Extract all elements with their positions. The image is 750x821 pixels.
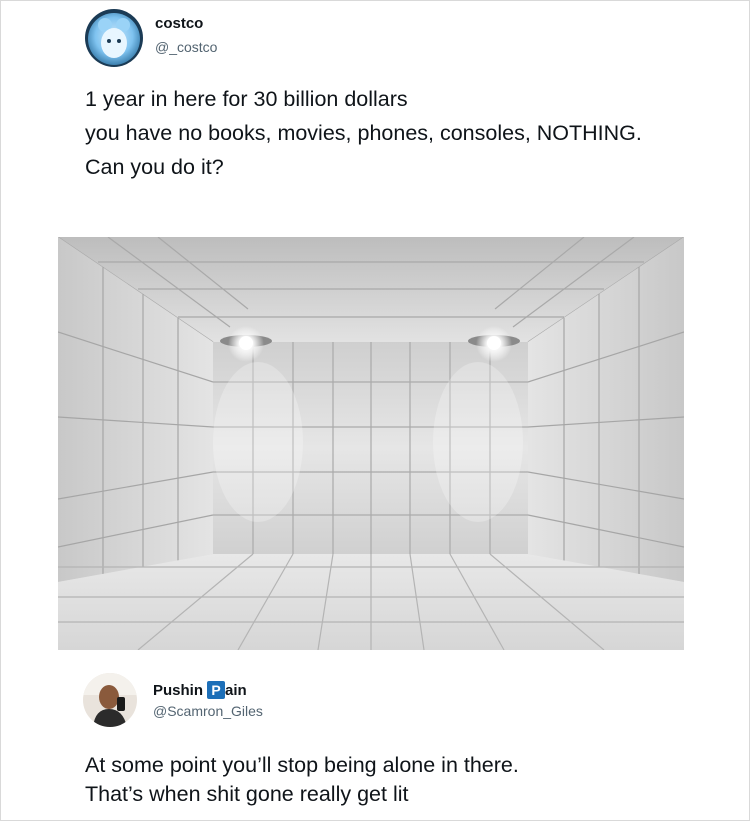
avatar[interactable] (85, 9, 143, 67)
reply-name-suffix: ain (225, 681, 247, 699)
tweet-line-2: you have no books, movies, phones, conso… (85, 121, 642, 145)
reply-line-2: That’s when shit gone really get lit (85, 782, 409, 806)
reply-text: At some point you’ll stop being alone in… (85, 751, 705, 809)
tweet-text: 1 year in here for 30 billion dollars yo… (85, 85, 705, 187)
reply-handle[interactable]: @Scamron_Giles (153, 703, 263, 719)
screenshot-frame: costco @_costco 1 year in here for 30 bi… (0, 0, 750, 821)
tweet-line-1: 1 year in here for 30 billion dollars (85, 87, 408, 111)
tweet-header: costco @_costco (85, 9, 385, 69)
reply-display-name[interactable]: Pushin P ain (153, 681, 247, 699)
reply-avatar[interactable] (83, 673, 137, 727)
tweet-media-image[interactable] (58, 237, 684, 650)
p-badge-icon: P (207, 681, 226, 699)
user-handle[interactable]: @_costco (155, 39, 217, 55)
reply-name-prefix: Pushin (153, 681, 204, 699)
tweet-line-3: Can you do it? (85, 155, 224, 179)
reply-line-1: At some point you’ll stop being alone in… (85, 753, 519, 777)
display-name[interactable]: costco (155, 15, 203, 32)
reply-header: Pushin P ain @Scamron_Giles (83, 673, 403, 729)
